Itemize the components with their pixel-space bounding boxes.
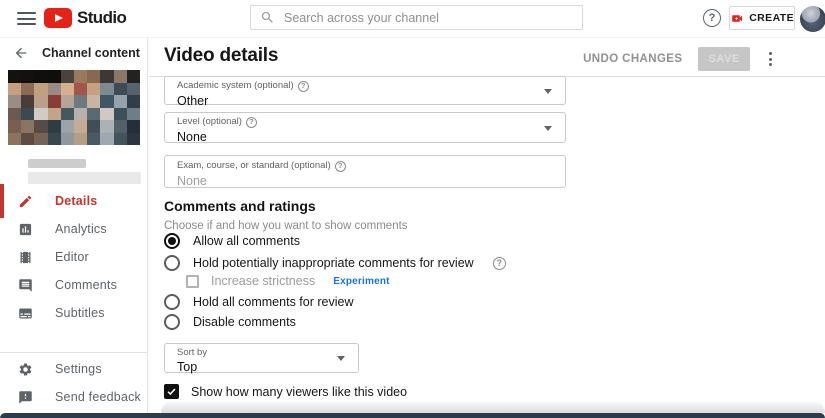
- checkbox-label: Increase strictness: [211, 274, 316, 288]
- more-options-kebab-icon[interactable]: [766, 49, 775, 69]
- next-section-edge: [161, 403, 825, 413]
- back-arrow-icon[interactable]: [13, 45, 29, 61]
- checkbox-icon[interactable]: [186, 274, 199, 288]
- sidebar-item-editor[interactable]: Editor: [0, 243, 147, 271]
- radio-hold-inappropriate-comments[interactable]: Hold potentially inappropriate comments …: [164, 254, 506, 272]
- feedback-icon: [19, 390, 32, 404]
- help-icon[interactable]: ?: [334, 161, 346, 172]
- radio-disable-comments[interactable]: Disable comments: [164, 313, 296, 331]
- sidebar-item-label: Subtitles: [55, 306, 105, 320]
- help-icon[interactable]: ?: [245, 117, 257, 128]
- sidebar-item-label: Details: [55, 194, 98, 208]
- chevron-down-icon: [337, 356, 345, 361]
- youtube-studio-app: Studio ? CREATE Channel content Details: [0, 0, 825, 418]
- field-label: Level (optional): [177, 116, 242, 128]
- sidebar-item-label: Analytics: [55, 222, 107, 236]
- sidebar-item-comments[interactable]: Comments: [0, 271, 147, 299]
- checkbox-label: Show how many viewers like this video: [191, 384, 408, 399]
- search-icon: [261, 11, 273, 23]
- subtitles-icon: [19, 308, 32, 318]
- sidebar-nav: Details Analytics Editor Comments Subtit…: [0, 184, 147, 327]
- gear-icon: [19, 363, 32, 375]
- app-header: Studio ? CREATE: [0, 0, 825, 38]
- sidebar-item-label: Settings: [55, 362, 102, 376]
- bottom-window-edge: [0, 413, 825, 418]
- help-icon[interactable]: ?: [297, 81, 309, 92]
- sidebar-item-send-feedback[interactable]: Send feedback: [0, 383, 147, 411]
- logo-text: Studio: [77, 8, 127, 27]
- sidebar-item-details[interactable]: Details: [0, 184, 147, 218]
- sidebar-divider: [0, 352, 147, 353]
- sidebar-footer-nav: Settings Send feedback: [0, 355, 147, 411]
- sidebar-item-label: Comments: [55, 278, 118, 292]
- analytics-icon: [19, 223, 32, 235]
- radio-icon[interactable]: [164, 233, 180, 249]
- radio-icon[interactable]: [164, 294, 180, 310]
- sidebar-item-subtitles[interactable]: Subtitles: [0, 299, 147, 327]
- page-title: Video details: [164, 45, 279, 66]
- field-value: Other: [177, 94, 209, 108]
- radio-label: Hold potentially inappropriate comments …: [193, 256, 474, 270]
- comments-section-title: Comments and ratings: [164, 198, 316, 214]
- sidebar-item-label: Editor: [55, 250, 89, 264]
- field-value: None: [177, 130, 207, 144]
- comments-section-subtitle: Choose if and how you want to show comme…: [164, 220, 408, 232]
- video-thumbnail: [8, 70, 140, 145]
- chevron-down-icon: [544, 88, 552, 94]
- chevron-down-icon: [544, 125, 552, 131]
- field-label: Sort by: [177, 347, 208, 358]
- radio-hold-all-comments[interactable]: Hold all comments for review: [164, 293, 353, 311]
- create-button[interactable]: CREATE: [729, 6, 795, 30]
- create-label: CREATE: [749, 12, 794, 24]
- search-input[interactable]: [284, 10, 573, 25]
- sidebar-item-label: Send feedback: [55, 390, 141, 404]
- experiment-badge: Experiment: [333, 275, 390, 287]
- radio-label: Allow all comments: [193, 234, 300, 248]
- increase-strictness-checkbox-row[interactable]: Increase strictness Experiment: [186, 274, 390, 288]
- back-label: Channel content: [42, 46, 140, 60]
- comments-icon: [19, 278, 32, 292]
- main-content: Video details UNDO CHANGES SAVE Academic…: [149, 38, 825, 418]
- sidebar-item-settings[interactable]: Settings: [0, 355, 147, 383]
- channel-search-box[interactable]: [250, 5, 583, 30]
- youtube-play-icon: [44, 8, 72, 28]
- help-icon[interactable]: ?: [703, 9, 721, 27]
- academic-system-dropdown[interactable]: Academic system (optional) ? Other: [164, 76, 566, 108]
- save-button[interactable]: SAVE: [698, 47, 750, 71]
- radio-allow-all-comments[interactable]: Allow all comments: [164, 232, 300, 250]
- undo-changes-button[interactable]: UNDO CHANGES: [583, 53, 682, 65]
- video-subtitle-redacted: [28, 172, 141, 184]
- videocam-icon: [732, 14, 742, 22]
- header-actions: UNDO CHANGES SAVE: [583, 47, 775, 71]
- sort-by-dropdown[interactable]: Sort by Top: [164, 343, 359, 375]
- account-avatar[interactable]: [800, 6, 825, 32]
- field-value: None: [177, 174, 207, 188]
- radio-icon[interactable]: [164, 255, 180, 271]
- field-label: Academic system (optional): [177, 80, 294, 92]
- show-likes-checkbox-row[interactable]: Show how many viewers like this video: [164, 384, 407, 399]
- sidebar: Channel content Details Analytics Editor…: [0, 38, 148, 418]
- help-icon[interactable]: ?: [492, 256, 506, 270]
- radio-icon[interactable]: [164, 314, 180, 330]
- pencil-icon: [19, 195, 32, 207]
- menu-hamburger-icon[interactable]: [17, 12, 36, 25]
- exam-course-standard-field[interactable]: Exam, course, or standard (optional) ? N…: [164, 155, 566, 188]
- field-value: Top: [177, 360, 198, 375]
- sidebar-item-analytics[interactable]: Analytics: [0, 215, 147, 243]
- radio-label: Disable comments: [193, 315, 296, 329]
- field-label: Exam, course, or standard (optional): [177, 160, 331, 172]
- level-dropdown[interactable]: Level (optional) ? None: [164, 112, 566, 144]
- radio-label: Hold all comments for review: [193, 295, 354, 309]
- checkbox-checked-icon[interactable]: [164, 384, 179, 399]
- studio-logo[interactable]: Studio: [44, 8, 127, 28]
- video-title-redacted: [28, 159, 86, 168]
- back-to-channel-content[interactable]: Channel content: [13, 45, 140, 61]
- editor-icon: [20, 251, 31, 263]
